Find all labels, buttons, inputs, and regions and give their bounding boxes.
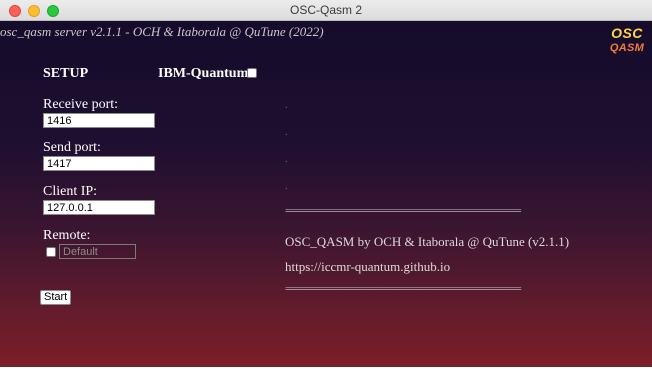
logo-text-top: OSC <box>611 25 643 41</box>
window-title: OSC-Qasm 2 <box>289 3 362 17</box>
remote-label: Remote: <box>43 228 91 243</box>
send-port-input[interactable] <box>43 156 155 171</box>
log-dot: . <box>285 181 288 192</box>
remote-checkbox[interactable] <box>46 247 56 257</box>
receive-port-label: Receive port: <box>43 97 119 112</box>
remote-address-input[interactable] <box>59 244 136 259</box>
log-separator-top: ========================================… <box>285 205 522 217</box>
send-port-label: Send port: <box>43 140 101 155</box>
client-ip-label: Client IP: <box>43 184 98 199</box>
main-content: osc_qasm server v2.1.1 - OCH & Itaborala… <box>0 21 652 367</box>
log-dot: . <box>285 100 288 111</box>
title-bar: OSC-Qasm 2 <box>0 0 652 21</box>
logo-text-bottom: QASM <box>609 42 645 54</box>
client-ip-input[interactable] <box>43 200 155 215</box>
start-button[interactable]: Start <box>40 290 72 305</box>
receive-port-input[interactable] <box>43 113 155 128</box>
setup-heading: SETUP <box>43 66 89 81</box>
osc-qasm-logo: OSC QASM <box>606 25 648 59</box>
log-dot: . <box>285 127 288 138</box>
log-url: https://iccmr-quantum.github.io <box>285 259 451 274</box>
log-separator-bottom: ========================================… <box>285 283 522 295</box>
log-app-credit: OSC_QASM by OCH & Itaborala @ QuTune (v2… <box>285 234 570 249</box>
server-version-text: osc_qasm server v2.1.1 - OCH & Itaborala… <box>0 24 324 39</box>
ibm-quantum-checkbox[interactable] <box>247 68 257 78</box>
app-window: OSC-Qasm 2 osc_qasm server v2.1.1 - OCH … <box>0 0 652 371</box>
log-dot: . <box>285 154 288 165</box>
ibm-quantum-label: IBM-Quantum: <box>158 66 253 81</box>
